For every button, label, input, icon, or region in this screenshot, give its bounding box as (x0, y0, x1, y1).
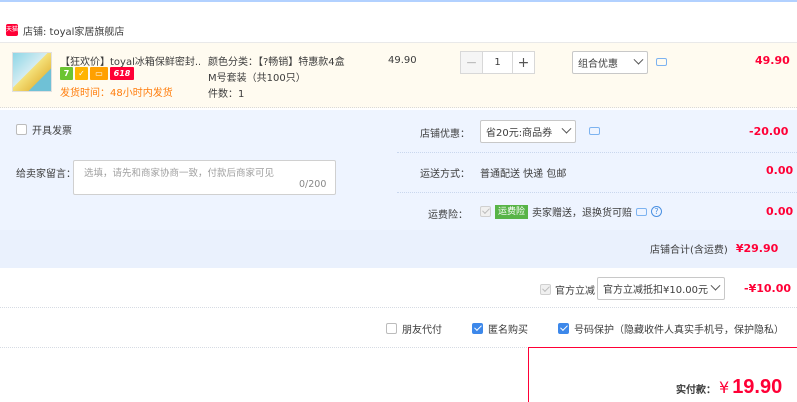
shop-discount-amount: -20.00 (749, 125, 789, 138)
official-discount-option: 官方立减 (540, 282, 595, 297)
number-protect-label: 号码保护（隐藏收件人真实手机号，保护隐私） (574, 325, 784, 336)
spec-count: 件数：1 (208, 89, 245, 100)
shipping-label: 运送方式： (420, 169, 470, 180)
quantity-decrease-button[interactable]: − (460, 51, 483, 74)
friend-pay-option[interactable]: 朋友代付 (386, 321, 442, 336)
product-title-link[interactable]: 【狂欢价】toyal冰箱保鲜密封... (60, 53, 200, 68)
anonymous-option[interactable]: 匿名购买 (472, 321, 528, 336)
product-spec: 颜色分类：【?畅销】特惠款4盒 M号套装（共100只） 件数：1 (208, 55, 345, 103)
shop-discount-label: 店铺优惠： (420, 129, 470, 140)
shop-discount-select[interactable]: 省20元:商品券 (480, 120, 576, 143)
message-label: 给卖家留言： (16, 169, 76, 180)
freight-insurance-option: 运费险 卖家赠送，退换货可赔 ? (480, 204, 663, 219)
product-thumbnail[interactable] (12, 52, 52, 92)
invoice-label: 开具发票 (32, 126, 72, 137)
shipping-amount: 0.00 (766, 164, 794, 177)
shipping-method: 普通配送 快递 包邮 (480, 169, 567, 180)
store-subtotal-amount: ¥29.90 (735, 242, 779, 255)
spec-color: 颜色分类：【?畅销】特惠款4盒 (208, 57, 345, 68)
store-subtotal: 店铺合计(含运费) ¥29.90 (650, 241, 778, 256)
section-divider (0, 307, 797, 308)
number-protect-option[interactable]: 号码保护（隐藏收件人真实手机号，保护隐私） (558, 321, 784, 336)
freight-insurance-amount: 0.00 (766, 205, 794, 218)
store-header: 天猫 店铺: toyal家居旗舰店 (0, 20, 124, 40)
freight-insurance-text: 卖家赠送，退换货可赔 (532, 208, 633, 219)
promo-info-icon[interactable] (656, 58, 667, 66)
official-discount-label: 官方立减 (555, 286, 595, 297)
chevron-down-icon (710, 280, 721, 291)
row-divider (397, 152, 797, 153)
friend-pay-checkbox[interactable] (386, 323, 397, 334)
promo-select[interactable]: 组合优惠 (572, 51, 648, 74)
tmall-badge-icon: 天猫 (6, 24, 18, 36)
spec-size: M号套装（共100只） (208, 73, 306, 84)
shop-discount-info-icon[interactable] (589, 127, 600, 135)
official-discount-select[interactable]: 官方立减抵扣¥10.00元 (597, 277, 725, 300)
quantity-input[interactable]: 1 (483, 51, 512, 74)
payment-label: 实付款： (676, 385, 716, 396)
store-subtotal-label: 店铺合计(含运费) (650, 245, 728, 256)
invoice-checkbox[interactable] (16, 124, 27, 135)
unit-price: 49.90 (388, 55, 417, 66)
quantity-stepper: − 1 + (460, 51, 535, 74)
store-name-link[interactable]: 店铺: toyal家居旗舰店 (23, 23, 124, 38)
card-payment-icon: ▭ (90, 67, 108, 80)
sale-618-badge: 618 (110, 67, 134, 80)
freight-insurance-label: 运费险： (428, 210, 468, 221)
product-badges: 7 ✓ ▭ 618 (60, 67, 134, 80)
freight-insurance-chat-icon[interactable] (636, 207, 648, 216)
freight-insurance-tag: 运费险 (495, 204, 529, 219)
invoice-option[interactable]: 开具发票 (16, 122, 72, 137)
official-discount-value: 官方立减抵扣¥10.00元 (603, 285, 708, 296)
shop-discount-value: 省20元:商品券 (486, 128, 553, 139)
official-discount-checkbox (540, 284, 551, 295)
promo-select-value: 组合优惠 (578, 59, 618, 70)
friend-pay-label: 朋友代付 (402, 325, 442, 336)
chevron-down-icon (633, 54, 644, 65)
payment-amount: 19.90 (732, 376, 783, 398)
top-divider (0, 0, 797, 2)
row-divider (397, 192, 797, 193)
payment-total: 实付款： ¥ 19.90 (676, 376, 782, 399)
payment-currency: ¥ (719, 378, 730, 397)
seven-day-return-icon: 7 (60, 67, 73, 80)
guarantee-icon: ✓ (75, 67, 88, 80)
help-icon[interactable]: ? (651, 206, 663, 217)
freight-insurance-checkbox (480, 206, 491, 217)
anonymous-label: 匿名购买 (488, 325, 528, 336)
official-discount-amount: -¥10.00 (744, 282, 792, 295)
item-total: 49.90 (755, 54, 790, 67)
quantity-increase-button[interactable]: + (512, 51, 535, 74)
anonymous-checkbox[interactable] (472, 323, 483, 334)
chevron-down-icon (561, 123, 572, 134)
message-char-count: 0/200 (299, 179, 327, 190)
ship-time: 发货时间：48小时内发货 (60, 88, 173, 99)
message-placeholder: 选填，请先和商家协商一致，付款后商家可见 (84, 168, 275, 179)
number-protect-checkbox[interactable] (558, 323, 569, 334)
